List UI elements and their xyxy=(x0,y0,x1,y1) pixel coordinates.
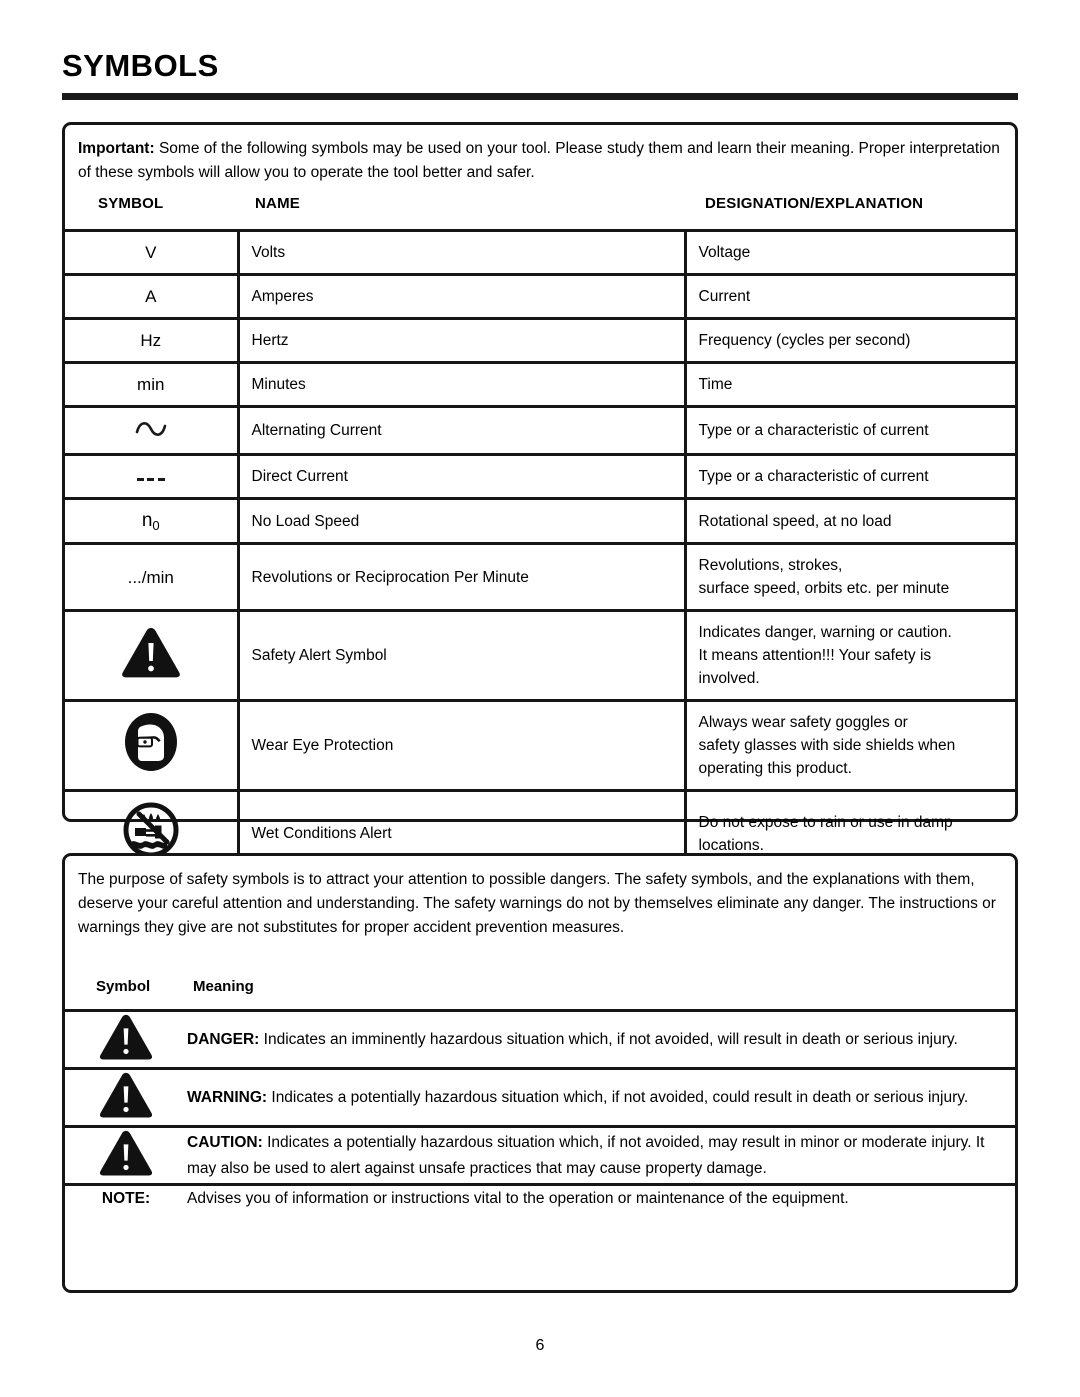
meanings-table-header-row: Symbol Meaning xyxy=(65,978,1015,1008)
warning-label: WARNING: xyxy=(187,1088,268,1106)
name-cell: Hertz xyxy=(238,317,687,363)
note-label: NOTE: xyxy=(101,1190,151,1207)
designation-cell: Revolutions, strokes, surface speed, orb… xyxy=(685,542,1015,611)
column-header-designation: DESIGNATION/EXPLANATION xyxy=(705,195,924,212)
designation-cell: Frequency (cycles per second) xyxy=(685,317,1015,363)
title-underline-rule xyxy=(62,93,1018,100)
document-page: SYMBOLS Important: Some of the following… xyxy=(0,0,1080,1397)
note-text: Advises you of information or instructio… xyxy=(187,1190,849,1207)
column-header-symbol: SYMBOL xyxy=(98,195,164,212)
name-cell: Minutes xyxy=(238,361,687,407)
designation-cell: Type or a characteristic of current xyxy=(685,405,1015,455)
symbol-cell xyxy=(65,609,240,701)
text-symbol-hertz: Hz xyxy=(140,331,162,350)
name-cell: Direct Current xyxy=(238,453,687,499)
table-row: min Minutes Time xyxy=(65,361,1015,407)
table-row: CAUTION: Indicates a potentially hazardo… xyxy=(65,1125,1015,1185)
symbol-cell: min xyxy=(65,361,240,407)
page-title: SYMBOLS xyxy=(62,48,219,83)
safety-meanings-panel: The purpose of safety symbols is to attr… xyxy=(62,853,1018,1293)
name-cell: Volts xyxy=(238,229,687,275)
name-cell: Wear Eye Protection xyxy=(238,699,687,791)
important-text: Some of the following symbols may be use… xyxy=(78,140,1000,181)
column-header-meaning: Meaning xyxy=(193,978,254,995)
column-header-name: NAME xyxy=(255,195,300,212)
table-row: WARNING: Indicates a potentially hazardo… xyxy=(65,1067,1015,1127)
symbol-cell xyxy=(65,1067,187,1127)
meaning-cell: CAUTION: Indicates a potentially hazardo… xyxy=(187,1125,1015,1185)
table-row: Direct Current Type or a characteristic … xyxy=(65,453,1015,499)
designation-cell: Time xyxy=(685,361,1015,407)
column-header-symbol: Symbol xyxy=(96,978,151,995)
table-row: Hz Hertz Frequency (cycles per second) xyxy=(65,317,1015,363)
table-row: .../min Revolutions or Reciprocation Per… xyxy=(65,542,1015,611)
danger-label: DANGER: xyxy=(187,1030,260,1048)
symbol-cell xyxy=(65,1009,187,1069)
symbol-cell: A xyxy=(65,273,240,319)
symbol-cell xyxy=(65,1125,187,1185)
safety-alert-triangle-icon xyxy=(98,1130,154,1182)
no-load-speed-icon: n0 xyxy=(141,510,160,533)
safety-alert-triangle-icon xyxy=(98,1014,154,1066)
important-intro-paragraph: Important: Some of the following symbols… xyxy=(78,137,1004,185)
symbol-cell xyxy=(65,453,240,499)
safety-alert-triangle-icon xyxy=(98,1072,154,1124)
designation-cell: Always wear safety goggles or safety gla… xyxy=(685,699,1015,791)
text-symbol-per-minute: .../min xyxy=(127,567,174,587)
meaning-cell: DANGER: Indicates an imminently hazardou… xyxy=(187,1009,1015,1069)
name-cell: Revolutions or Reciprocation Per Minute xyxy=(238,542,687,611)
safety-alert-triangle-icon xyxy=(120,625,182,687)
name-cell: Amperes xyxy=(238,273,687,319)
meaning-cell: Advises you of information or instructio… xyxy=(187,1183,1015,1212)
caution-label: CAUTION: xyxy=(187,1133,263,1151)
name-cell: No Load Speed xyxy=(238,497,687,544)
table-row: DANGER: Indicates an imminently hazardou… xyxy=(65,1009,1015,1069)
page-number: 6 xyxy=(535,1337,545,1354)
designation-cell: Type or a characteristic of current xyxy=(685,453,1015,499)
name-cell: Alternating Current xyxy=(238,405,687,455)
table-row: A Amperes Current xyxy=(65,273,1015,319)
symbols-table: V Volts Voltage A Amperes Current Hz Her… xyxy=(65,229,1015,875)
text-symbol-volts: V xyxy=(145,243,157,262)
warning-text: Indicates a potentially hazardous situat… xyxy=(267,1088,969,1106)
designation-cell: Rotational speed, at no load xyxy=(685,497,1015,544)
symbols-table-header-row: SYMBOL NAME DESIGNATION/EXPLANATION xyxy=(65,195,1015,227)
alternating-current-icon xyxy=(134,415,168,445)
danger-text: Indicates an imminently hazardous situat… xyxy=(259,1030,958,1048)
symbol-cell xyxy=(65,405,240,455)
caution-text: Indicates a potentially hazardous situat… xyxy=(187,1133,985,1177)
symbol-cell: n0 xyxy=(65,497,240,544)
table-row: Safety Alert Symbol Indicates danger, wa… xyxy=(65,609,1015,701)
direct-current-icon xyxy=(136,478,165,481)
table-row: Wear Eye Protection Always wear safety g… xyxy=(65,699,1015,791)
designation-cell: Voltage xyxy=(685,229,1015,275)
text-symbol-amperes: A xyxy=(145,287,157,306)
designation-cell: Indicates danger, warning or caution. It… xyxy=(685,609,1015,701)
meanings-table: DANGER: Indicates an imminently hazardou… xyxy=(65,1009,1015,1212)
symbol-cell: NOTE: xyxy=(65,1183,187,1212)
symbol-cell xyxy=(65,699,240,791)
purpose-paragraph: The purpose of safety symbols is to attr… xyxy=(78,871,996,936)
designation-cell: Current xyxy=(685,273,1015,319)
symbol-cell: Hz xyxy=(65,317,240,363)
meaning-cell: WARNING: Indicates a potentially hazardo… xyxy=(187,1067,1015,1127)
symbols-table-panel: Important: Some of the following symbols… xyxy=(62,122,1018,875)
text-symbol-minutes: min xyxy=(137,375,165,394)
symbol-cell: .../min xyxy=(65,542,240,611)
symbol-cell: V xyxy=(65,229,240,275)
table-row: Alternating Current Type or a characteri… xyxy=(65,405,1015,455)
table-row: V Volts Voltage xyxy=(65,229,1015,275)
important-label: Important: xyxy=(78,140,155,157)
table-row: n0 No Load Speed Rotational speed, at no… xyxy=(65,497,1015,544)
wear-eye-protection-icon xyxy=(122,711,180,780)
table-row: NOTE: Advises you of information or inst… xyxy=(65,1183,1015,1212)
name-cell: Safety Alert Symbol xyxy=(238,609,687,701)
